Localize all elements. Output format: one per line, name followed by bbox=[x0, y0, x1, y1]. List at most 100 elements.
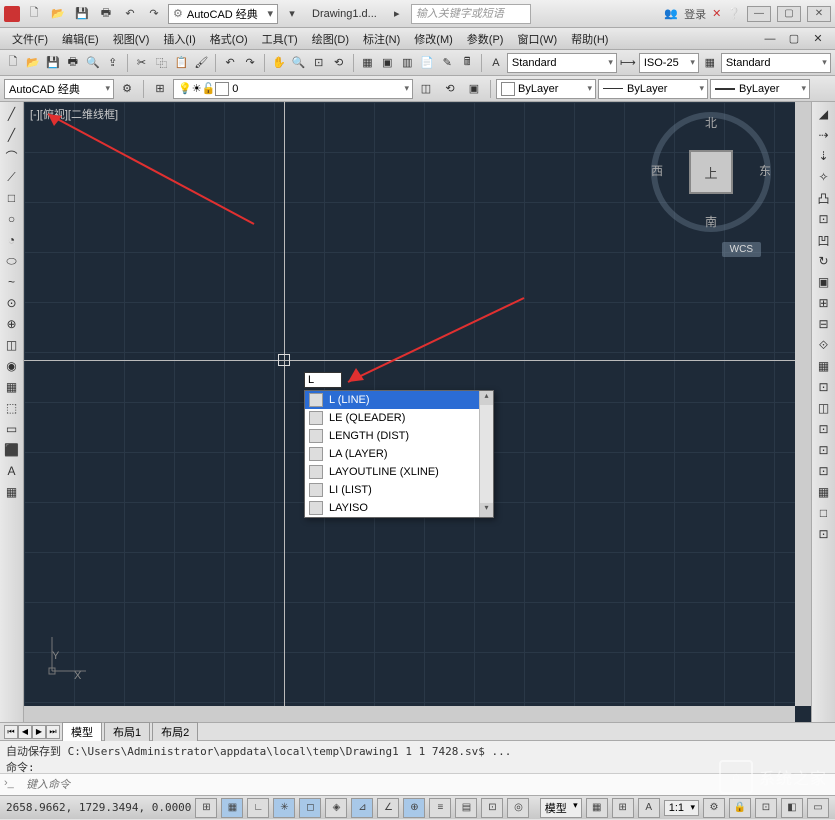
command-input[interactable] bbox=[24, 777, 831, 793]
tpy-toggle[interactable]: ▤ bbox=[455, 798, 477, 818]
autocomplete-scrollbar[interactable]: ▴▾ bbox=[479, 391, 493, 517]
pline-icon[interactable]: ⌒ bbox=[2, 146, 22, 166]
login-link[interactable]: 登录 bbox=[684, 6, 706, 22]
qat-open-icon[interactable]: 📂 bbox=[48, 4, 68, 24]
draworder-icon[interactable]: ⊡ bbox=[814, 440, 834, 460]
snap-toggle[interactable]: ⊞ bbox=[195, 798, 217, 818]
tablestyle-dropdown[interactable]: Standard bbox=[721, 53, 831, 73]
break-icon[interactable]: ⟐ bbox=[814, 335, 834, 355]
dcenter-icon[interactable]: ▣ bbox=[378, 52, 396, 74]
publish-icon[interactable]: ⇪ bbox=[104, 52, 122, 74]
maximize-button[interactable]: ▢ bbox=[777, 6, 801, 22]
annoscale-icon[interactable]: A bbox=[487, 52, 505, 74]
autocomplete-item[interactable]: L (LINE) bbox=[305, 391, 493, 409]
edit-icon[interactable]: ⊡ bbox=[814, 461, 834, 481]
drawing-canvas[interactable]: [-][俯视][二维线框] 上 北 南 西 东 WCS L (LINE) LE … bbox=[24, 102, 811, 722]
select-icon[interactable]: □ bbox=[814, 503, 834, 523]
rectangle-icon[interactable]: □ bbox=[2, 188, 22, 208]
mirror-icon[interactable]: ⇣ bbox=[814, 146, 834, 166]
sc-toggle[interactable]: ◎ bbox=[507, 798, 529, 818]
mdi-close-icon[interactable]: ✕ bbox=[807, 28, 829, 50]
color-dropdown[interactable]: ByLayer bbox=[496, 79, 596, 99]
autocomplete-item[interactable]: LE (QLEADER) bbox=[305, 409, 493, 427]
cut-icon[interactable]: ✂ bbox=[133, 52, 151, 74]
lineweight-dropdown[interactable]: ByLayer bbox=[710, 79, 810, 99]
donut-icon[interactable]: ⊙ bbox=[2, 293, 22, 313]
extend-icon[interactable]: ⊟ bbox=[814, 314, 834, 334]
qat-saveas-icon[interactable]: 🖶 bbox=[96, 4, 116, 24]
workspace-dropdown-2[interactable]: AutoCAD 经典 bbox=[4, 79, 114, 99]
hatchedit-icon[interactable]: ▦ bbox=[814, 482, 834, 502]
fillet-icon[interactable]: ◫ bbox=[814, 398, 834, 418]
status-scale-dd[interactable]: 1:1 bbox=[664, 800, 699, 816]
3dosnap-toggle[interactable]: ◈ bbox=[325, 798, 347, 818]
viewcube-west[interactable]: 西 bbox=[647, 162, 667, 179]
polygon-icon[interactable]: ⟋ bbox=[2, 167, 22, 187]
menu-draw[interactable]: 绘图(D) bbox=[306, 29, 355, 49]
qat-undo-icon[interactable]: ↶ bbox=[120, 4, 140, 24]
grid-toggle[interactable]: ▦ bbox=[221, 798, 243, 818]
osnap-toggle[interactable]: ◻ bbox=[299, 798, 321, 818]
linetype-dropdown[interactable]: ByLayer bbox=[598, 79, 708, 99]
qp-toggle[interactable]: ⊡ bbox=[481, 798, 503, 818]
save-icon[interactable]: 💾 bbox=[44, 52, 62, 74]
status-clean-icon[interactable]: ▭ bbox=[807, 798, 829, 818]
menu-modify[interactable]: 修改(M) bbox=[408, 29, 459, 49]
sheet-icon[interactable]: 📄 bbox=[418, 52, 436, 74]
copy2-icon[interactable]: ⇢ bbox=[814, 125, 834, 145]
viewcube-top-face[interactable]: 上 bbox=[689, 150, 733, 194]
preview-icon[interactable]: 🔍 bbox=[84, 52, 102, 74]
mtext-icon[interactable]: ⬛ bbox=[2, 440, 22, 460]
qat-more-icon[interactable]: ▾ bbox=[282, 4, 302, 24]
tab-layout2[interactable]: 布局2 bbox=[152, 722, 198, 741]
canvas-vscrollbar[interactable] bbox=[795, 102, 811, 706]
new-icon[interactable]: 🗋 bbox=[4, 52, 22, 74]
chamfer-icon[interactable]: ⊡ bbox=[814, 377, 834, 397]
autocomplete-item[interactable]: LI (LIST) bbox=[305, 481, 493, 499]
pan-icon[interactable]: ✋ bbox=[270, 52, 288, 74]
layer-iso-icon[interactable]: ◫ bbox=[415, 78, 437, 100]
qat-redo-icon[interactable]: ↷ bbox=[144, 4, 164, 24]
textstyle-dropdown[interactable]: Standard bbox=[507, 53, 617, 73]
dim-icon[interactable]: ⟼ bbox=[619, 52, 637, 74]
viewcube-east[interactable]: 东 bbox=[755, 162, 775, 179]
viewcube-north[interactable]: 北 bbox=[701, 114, 721, 131]
menu-param[interactable]: 参数(P) bbox=[461, 29, 510, 49]
menu-tools[interactable]: 工具(T) bbox=[256, 29, 304, 49]
close-button[interactable]: ✕ bbox=[807, 6, 831, 22]
autocomplete-item[interactable]: LA (LAYER) bbox=[305, 445, 493, 463]
print-icon[interactable]: 🖶 bbox=[64, 52, 82, 74]
layer-state-icon[interactable]: ▣ bbox=[463, 78, 485, 100]
status-hw-icon[interactable]: ⊡ bbox=[755, 798, 777, 818]
toolpal-icon[interactable]: ▥ bbox=[398, 52, 416, 74]
array-icon[interactable]: 凸 bbox=[814, 188, 834, 208]
group-icon[interactable]: ⊡ bbox=[814, 524, 834, 544]
addselect-icon[interactable]: ▦ bbox=[2, 482, 22, 502]
menu-insert[interactable]: 插入(I) bbox=[157, 29, 201, 49]
offset-icon[interactable]: ✧ bbox=[814, 167, 834, 187]
menu-format[interactable]: 格式(O) bbox=[204, 29, 254, 49]
tab-nav-first[interactable]: ⏮ bbox=[4, 725, 18, 739]
status-ws-icon[interactable]: ⚙ bbox=[703, 798, 725, 818]
tab-nav-last[interactable]: ⏭ bbox=[46, 725, 60, 739]
dyninput-toggle[interactable]: ⊕ bbox=[403, 798, 425, 818]
status-qv-icon[interactable]: ⊞ bbox=[612, 798, 634, 818]
redo-icon[interactable]: ↷ bbox=[241, 52, 259, 74]
undo-icon[interactable]: ↶ bbox=[221, 52, 239, 74]
move-icon[interactable]: ⊡ bbox=[814, 209, 834, 229]
line-icon[interactable]: ╱ bbox=[2, 104, 22, 124]
point-icon[interactable]: ⊕ bbox=[2, 314, 22, 334]
status-grid-icon[interactable]: ▦ bbox=[586, 798, 608, 818]
view-cube[interactable]: 上 北 南 西 东 bbox=[651, 112, 771, 232]
a360-icon[interactable]: ✕ bbox=[712, 7, 721, 20]
block-icon[interactable]: ◫ bbox=[2, 335, 22, 355]
autocomplete-item[interactable]: LAYISO bbox=[305, 499, 493, 517]
tab-layout1[interactable]: 布局1 bbox=[104, 722, 150, 741]
menu-help[interactable]: 帮助(H) bbox=[565, 29, 614, 49]
scale-icon[interactable]: ↻ bbox=[814, 251, 834, 271]
gradient-icon[interactable]: ▦ bbox=[2, 377, 22, 397]
tab-model[interactable]: 模型 bbox=[62, 722, 102, 741]
props-icon[interactable]: ▦ bbox=[358, 52, 376, 74]
canvas-hscrollbar[interactable] bbox=[24, 706, 795, 722]
xline-icon[interactable]: ╱ bbox=[2, 125, 22, 145]
